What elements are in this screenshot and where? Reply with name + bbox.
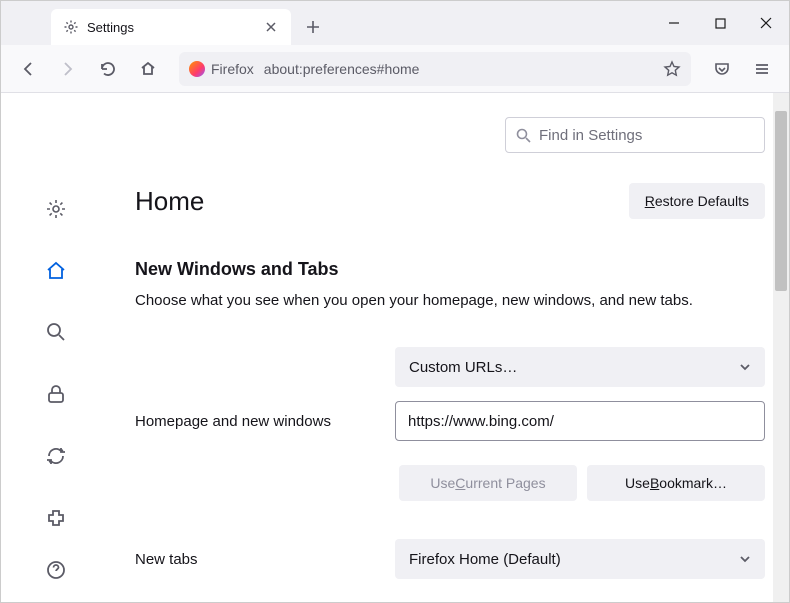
chevron-down-icon xyxy=(739,361,751,373)
close-icon[interactable] xyxy=(263,19,279,35)
restore-defaults-button[interactable]: Restore Defaults xyxy=(629,183,765,219)
chevron-down-icon xyxy=(739,553,751,565)
section-heading: New Windows and Tabs xyxy=(135,259,765,280)
page-title: Home xyxy=(135,186,204,217)
navigation-toolbar: Firefox about:preferences#home xyxy=(1,45,789,93)
bookmark-star-icon[interactable] xyxy=(663,60,681,78)
close-window-button[interactable] xyxy=(743,1,789,45)
sidebar-item-privacy[interactable] xyxy=(38,376,74,412)
search-placeholder: Find in Settings xyxy=(539,127,642,144)
newtabs-select[interactable]: Firefox Home (Default) xyxy=(395,539,765,579)
pocket-button[interactable] xyxy=(705,52,739,86)
homepage-url-input[interactable] xyxy=(395,401,765,441)
newtabs-label: New tabs xyxy=(135,551,395,568)
back-button[interactable] xyxy=(11,52,45,86)
app-menu-button[interactable] xyxy=(745,52,779,86)
homepage-label: Homepage and new windows xyxy=(135,413,395,430)
forward-button[interactable] xyxy=(51,52,85,86)
settings-sidebar xyxy=(1,93,111,602)
select-value: Firefox Home (Default) xyxy=(409,551,561,568)
scrollbar-thumb[interactable] xyxy=(775,111,787,291)
maximize-button[interactable] xyxy=(697,1,743,45)
sidebar-item-help[interactable] xyxy=(38,552,74,588)
url-bar[interactable]: Firefox about:preferences#home xyxy=(179,52,691,86)
new-tab-button[interactable] xyxy=(297,11,329,43)
sidebar-item-search[interactable] xyxy=(38,315,74,351)
content-area: Find in Settings Home Restore Defaults N… xyxy=(1,93,789,602)
section-description: Choose what you see when you open your h… xyxy=(135,290,765,311)
browser-tab[interactable]: Settings xyxy=(51,9,291,45)
tab-title: Settings xyxy=(87,20,134,35)
use-current-pages-button[interactable]: Use Current Pages xyxy=(399,465,577,501)
tab-bar: Settings xyxy=(1,1,789,45)
identity-label: Firefox xyxy=(211,61,254,77)
identity-box[interactable]: Firefox xyxy=(189,61,254,77)
reload-button[interactable] xyxy=(91,52,125,86)
sidebar-item-general[interactable] xyxy=(38,191,74,227)
sidebar-item-home[interactable] xyxy=(38,253,74,289)
search-icon xyxy=(516,128,531,143)
homepage-mode-select[interactable]: Custom URLs… xyxy=(395,347,765,387)
use-bookmark-button[interactable]: Use Bookmark… xyxy=(587,465,765,501)
search-input[interactable]: Find in Settings xyxy=(505,117,765,153)
url-text: about:preferences#home xyxy=(264,61,653,77)
firefox-logo-icon xyxy=(189,61,205,77)
minimize-button[interactable] xyxy=(651,1,697,45)
window-controls xyxy=(651,1,789,45)
home-button[interactable] xyxy=(131,52,165,86)
settings-main: Find in Settings Home Restore Defaults N… xyxy=(111,93,789,602)
gear-icon xyxy=(63,19,79,35)
scrollbar[interactable] xyxy=(773,93,789,602)
sidebar-item-extensions[interactable] xyxy=(38,500,74,536)
sidebar-item-sync[interactable] xyxy=(38,438,74,474)
select-value: Custom URLs… xyxy=(409,359,517,376)
